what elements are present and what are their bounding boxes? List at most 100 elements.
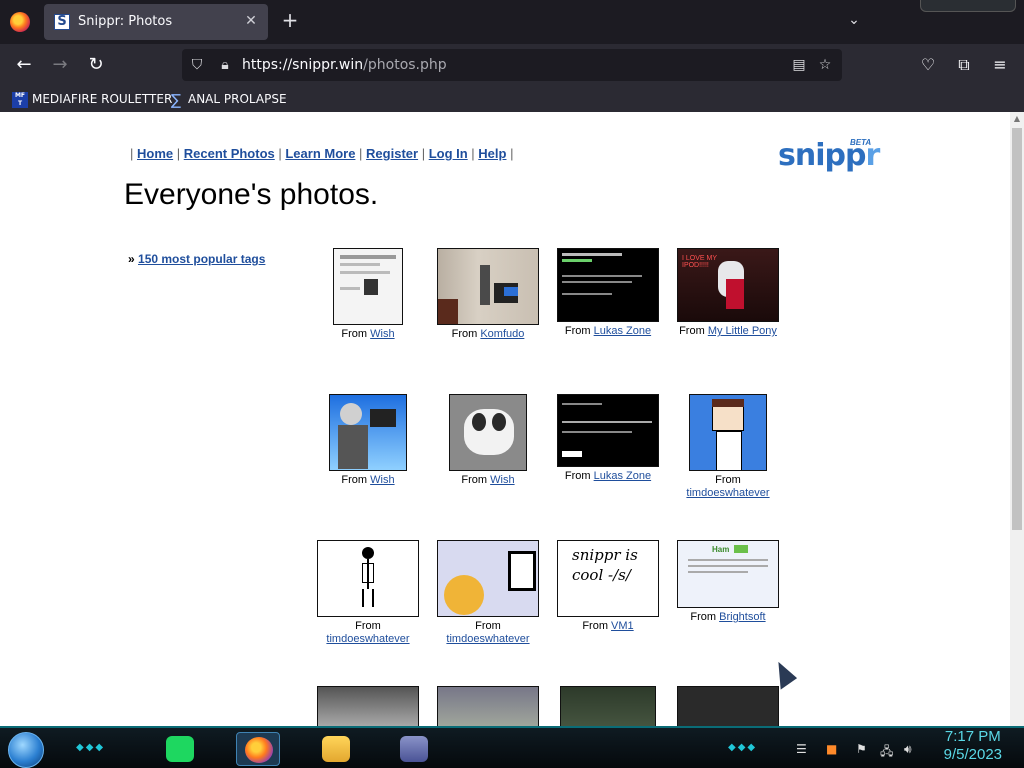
nav-link-help[interactable]: Help xyxy=(478,146,506,161)
extensions-puzzle-icon[interactable]: ⧉ xyxy=(952,53,976,77)
url-host: https://snippr.win xyxy=(242,57,364,73)
photo-thumbnail[interactable] xyxy=(437,686,539,726)
tab-snippr-photos[interactable]: S Snippr: Photos ✕ xyxy=(44,4,268,40)
hamburger-menu-icon[interactable]: ≡ xyxy=(988,53,1012,77)
firefox-icon xyxy=(245,737,273,763)
photo-thumbnail[interactable] xyxy=(449,394,527,471)
network-icon[interactable]: 🖧︎ xyxy=(880,742,893,763)
photo-source-link[interactable]: Wish xyxy=(370,474,394,486)
photo-thumbnail[interactable] xyxy=(317,686,419,726)
taskbar: ◆◆◆ ◆◆◆ ☰ ■ ⚑ 🖧︎ 🔊︎ 7:17 PM 9/5/2023 xyxy=(0,726,1024,768)
app-tray-icon[interactable]: ■ xyxy=(826,742,837,756)
photo-item: From Wish xyxy=(308,248,428,341)
spotify-icon xyxy=(166,736,194,762)
photo-source-link[interactable]: Brightsoft xyxy=(719,611,765,623)
photo-thumbnail[interactable] xyxy=(677,686,779,726)
show-hidden-icons-icon[interactable]: ☰ xyxy=(796,742,807,756)
window-app-icon xyxy=(400,736,428,762)
back-arrow-icon[interactable]: ← xyxy=(12,53,36,77)
photo-item xyxy=(308,686,428,726)
scroll-up-icon[interactable]: ▲ xyxy=(1012,114,1022,124)
taskbar-decoration: ◆◆◆ xyxy=(76,742,106,753)
volume-icon[interactable]: 🔊︎ xyxy=(904,742,912,757)
photo-thumbnail[interactable] xyxy=(560,686,656,726)
mediafire-icon: MF T xyxy=(12,91,28,108)
photo-source-link[interactable]: Wish xyxy=(370,328,394,340)
address-bar[interactable]: ⛉ 🔒︎ https://snippr.win/photos.php ▤ ☆ xyxy=(182,49,842,81)
photo-source-link[interactable]: Wish xyxy=(490,474,514,486)
folder-icon xyxy=(322,736,350,762)
action-center-flag-icon[interactable]: ⚑ xyxy=(856,742,867,756)
scrollbar-thumb[interactable] xyxy=(1012,128,1022,530)
photo-thumbnail[interactable] xyxy=(333,248,403,325)
bookmark-anal-prolapse[interactable]: ∑ ANAL PROLAPSE xyxy=(168,90,287,108)
taskbar-control-panel[interactable] xyxy=(392,732,436,766)
popular-tags-link[interactable]: 150 most popular tags xyxy=(138,252,265,266)
photo-source-link[interactable]: Lukas Zone xyxy=(594,470,651,482)
taskbar-spotify[interactable] xyxy=(158,732,202,766)
nav-link-learn-more[interactable]: Learn More xyxy=(285,146,355,161)
pocket-icon[interactable]: ♡ xyxy=(916,53,940,77)
system-clock[interactable]: 7:17 PM 9/5/2023 xyxy=(944,728,1002,764)
snippr-favicon-icon: S xyxy=(54,14,70,30)
nav-link-home[interactable]: Home xyxy=(137,146,173,161)
photo-thumbnail[interactable] xyxy=(557,394,659,467)
chevron-down-icon[interactable]: ⌄ xyxy=(844,12,864,32)
photo-item: From Wish xyxy=(428,394,548,487)
photo-source-link[interactable]: My Little Pony xyxy=(708,325,777,337)
forward-arrow-icon[interactable]: → xyxy=(48,53,72,77)
bookmark-label: ANAL PROLAPSE xyxy=(188,92,287,106)
taskbar-firefox[interactable] xyxy=(236,732,280,766)
photo-thumbnail[interactable]: I LOVE MY IPOD!!!!! xyxy=(677,248,779,322)
photo-source-link[interactable]: timdoeswhatever xyxy=(446,633,529,645)
photo-source-link[interactable]: VM1 xyxy=(611,620,634,632)
taskbar-file-explorer[interactable] xyxy=(314,732,358,766)
clock-time: 7:17 PM xyxy=(944,728,1001,745)
photo-source-link[interactable]: Komfudo xyxy=(480,328,524,340)
bookmarks-toolbar: MF T MEDIAFIRE ROULETTER ∑ ANAL PROLAPSE xyxy=(0,86,1024,112)
nav-link-register[interactable]: Register xyxy=(366,146,418,161)
photo-thumbnail[interactable] xyxy=(557,248,659,322)
bookmark-label: MEDIAFIRE ROULETTER xyxy=(32,92,173,106)
photo-thumbnail[interactable] xyxy=(437,248,539,325)
firefox-view-icon[interactable] xyxy=(10,12,30,32)
photo-source-link[interactable]: timdoeswhatever xyxy=(326,633,409,645)
nav-link-log-in[interactable]: Log In xyxy=(429,146,468,161)
reload-icon[interactable]: ↻ xyxy=(84,53,108,77)
photo-thumbnail[interactable]: Ham xyxy=(677,540,779,608)
bookmark-mediafire-rouletter[interactable]: MF T MEDIAFIRE ROULETTER xyxy=(12,90,172,108)
photo-thumbnail[interactable] xyxy=(689,394,767,471)
lock-icon[interactable]: 🔒︎ xyxy=(216,56,234,74)
nav-link-recent-photos[interactable]: Recent Photos xyxy=(184,146,275,161)
taskbar-decoration: ◆◆◆ xyxy=(728,742,758,753)
reader-view-icon[interactable]: ▤ xyxy=(790,56,808,74)
bookmark-star-icon[interactable]: ☆ xyxy=(816,56,834,74)
tab-strip: S Snippr: Photos ✕ + ⌄ xyxy=(0,0,1024,44)
photo-item: I LOVE MY IPOD!!!!! From My Little Pony xyxy=(668,248,788,338)
photo-item: From Lukas Zone xyxy=(548,394,668,483)
url-text[interactable]: https://snippr.win/photos.php xyxy=(242,57,447,73)
photo-item: From Lukas Zone xyxy=(548,248,668,338)
photo-source-link[interactable]: timdoeswhatever xyxy=(686,487,769,499)
page-scrollbar[interactable]: ▲ xyxy=(1010,112,1024,726)
page-viewport: | Home | Recent Photos | Learn More | Re… xyxy=(0,112,1024,726)
photo-item: From timdoeswhatever xyxy=(668,394,788,500)
photo-thumbnail[interactable] xyxy=(317,540,419,617)
window-frame-decoration xyxy=(920,0,1016,12)
snippr-logo[interactable]: snippr BETA xyxy=(778,138,888,176)
photo-item: From timdoeswhatever xyxy=(308,540,428,646)
shield-icon[interactable]: ⛉ xyxy=(188,56,206,74)
start-button[interactable] xyxy=(8,732,44,768)
photo-item: Ham From Brightsoft xyxy=(668,540,788,624)
popular-tags: » 150 most popular tags xyxy=(128,252,266,266)
navigation-toolbar: ← → ↻ ⛉ 🔒︎ https://snippr.win/photos.php… xyxy=(0,44,1024,86)
photo-thumbnail[interactable] xyxy=(329,394,407,471)
new-tab-button[interactable]: + xyxy=(280,10,300,30)
photo-item xyxy=(428,686,548,726)
url-path: /photos.php xyxy=(363,57,447,73)
tab-close-icon[interactable]: ✕ xyxy=(242,12,260,30)
photo-thumbnail[interactable] xyxy=(437,540,539,617)
sigma-icon: ∑ xyxy=(170,90,182,109)
photo-thumbnail[interactable]: snippr is cool -/s/ xyxy=(557,540,659,617)
photo-source-link[interactable]: Lukas Zone xyxy=(594,325,651,337)
